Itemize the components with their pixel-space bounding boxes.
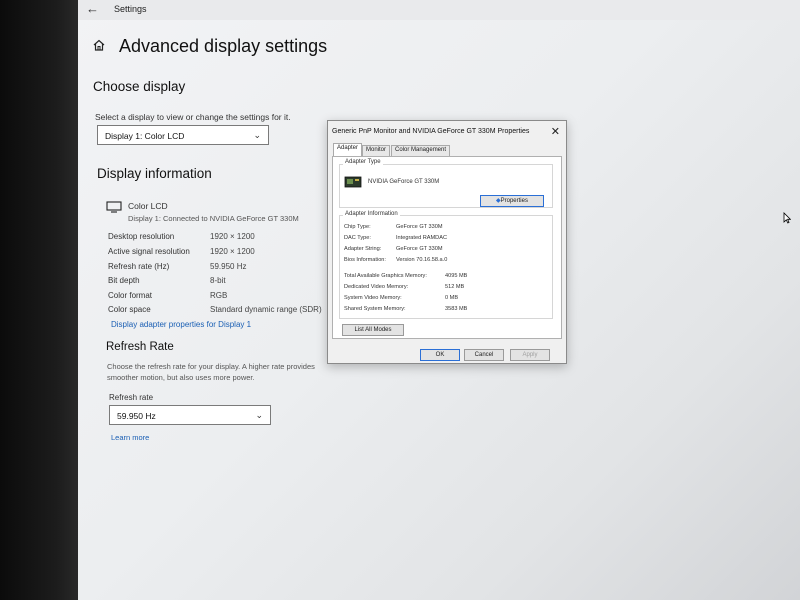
adapter-type-label: Adapter Type [343, 159, 383, 165]
info-value: Integrated RAMDAC [396, 235, 447, 241]
info-label: Color space [108, 305, 151, 314]
info-label: DAC Type: [344, 235, 371, 241]
display-adapter-properties-link[interactable]: Display adapter properties for Display 1 [111, 320, 251, 329]
learn-more-link[interactable]: Learn more [111, 433, 149, 442]
info-value: 1920 × 1200 [210, 247, 255, 256]
info-value: GeForce GT 330M [396, 246, 443, 252]
mouse-cursor-icon [783, 212, 791, 224]
choose-display-instruction: Select a display to view or change the s… [95, 112, 291, 122]
refresh-rate-select[interactable]: 59.950 Hz ⌄ [109, 405, 271, 425]
tab-monitor[interactable]: Monitor [362, 145, 391, 156]
adapter-tab-panel: NVIDIA GeForce GT 330M ◆Properties Adapt… [332, 156, 562, 339]
adapter-information-label: Adapter Information [343, 211, 400, 217]
memory-label: System Video Memory: [344, 295, 402, 301]
memory-label: Dedicated Video Memory: [344, 284, 409, 290]
memory-label: Total Available Graphics Memory: [344, 273, 427, 279]
display-select[interactable]: Display 1: Color LCD ⌄ [97, 125, 269, 145]
close-icon[interactable]: ✕ [551, 125, 560, 138]
memory-value: 512 MB [445, 284, 465, 290]
adapter-properties-dialog: Generic PnP Monitor and NVIDIA GeForce G… [327, 120, 567, 364]
refresh-description-line2: smoother motion, but also uses more powe… [107, 373, 255, 382]
info-value: 8-bit [210, 276, 226, 285]
display-select-value: Display 1: Color LCD [105, 131, 185, 141]
info-value: RGB [210, 291, 228, 300]
home-icon [93, 39, 105, 51]
settings-window: ← Settings Advanced display settings Cho… [78, 0, 800, 600]
adapter-name: NVIDIA GeForce GT 330M [368, 179, 440, 185]
refresh-rate-label: Refresh rate [109, 393, 154, 402]
tab-color-management[interactable]: Color Management [391, 145, 451, 156]
ok-button[interactable]: OK [420, 349, 460, 361]
monitor-name: Color LCD [128, 201, 168, 211]
page-title: Advanced display settings [119, 36, 328, 56]
info-label: Adapter String: [344, 246, 382, 252]
graphics-card-icon [344, 176, 362, 188]
app-title: Settings [114, 4, 147, 14]
refresh-rate-heading: Refresh Rate [106, 341, 174, 353]
chevron-down-icon: ⌄ [253, 130, 261, 140]
adapter-properties-button[interactable]: ◆Properties [480, 195, 544, 207]
back-button[interactable]: ← [86, 1, 99, 16]
properties-label: Properties [500, 198, 528, 204]
info-value: Standard dynamic range (SDR) [210, 305, 322, 314]
info-label: Active signal resolution [108, 247, 190, 256]
memory-label: Shared System Memory: [344, 306, 406, 312]
info-label: Bit depth [108, 276, 140, 285]
monitor-icon [106, 201, 122, 213]
info-value: 1920 × 1200 [210, 232, 255, 241]
refresh-rate-value: 59.950 Hz [117, 411, 156, 421]
info-label: Desktop resolution [108, 232, 175, 241]
monitor-bezel [0, 0, 80, 600]
adapter-type-group: NVIDIA GeForce GT 330M ◆Properties [339, 164, 553, 208]
display-information-heading: Display information [97, 166, 212, 181]
info-label: Chip Type: [344, 224, 371, 230]
adapter-information-group [339, 215, 553, 319]
title-bar: ← Settings [78, 0, 800, 20]
info-value: GeForce GT 330M [396, 224, 443, 230]
info-label: Refresh rate (Hz) [108, 262, 170, 271]
info-value: Version 70.16.58.a.0 [396, 257, 448, 263]
info-label: Color format [108, 291, 153, 300]
dialog-title: Generic PnP Monitor and NVIDIA GeForce G… [332, 128, 530, 135]
memory-value: 3583 MB [445, 306, 468, 312]
monitor-connection: Display 1: Connected to NVIDIA GeForce G… [128, 214, 299, 223]
cancel-button[interactable]: Cancel [464, 349, 504, 361]
refresh-description-line1: Choose the refresh rate for your display… [107, 362, 315, 371]
choose-display-heading: Choose display [93, 79, 186, 94]
memory-value: 4095 MB [445, 273, 468, 279]
chevron-down-icon: ⌄ [255, 410, 263, 420]
memory-value: 0 MB [445, 295, 459, 301]
list-all-modes-button[interactable]: List All Modes [342, 324, 404, 336]
apply-button[interactable]: Apply [510, 349, 550, 361]
tab-adapter[interactable]: Adapter [333, 143, 363, 156]
info-label: Bios Information: [344, 257, 386, 263]
info-value: 59.950 Hz [210, 262, 247, 271]
